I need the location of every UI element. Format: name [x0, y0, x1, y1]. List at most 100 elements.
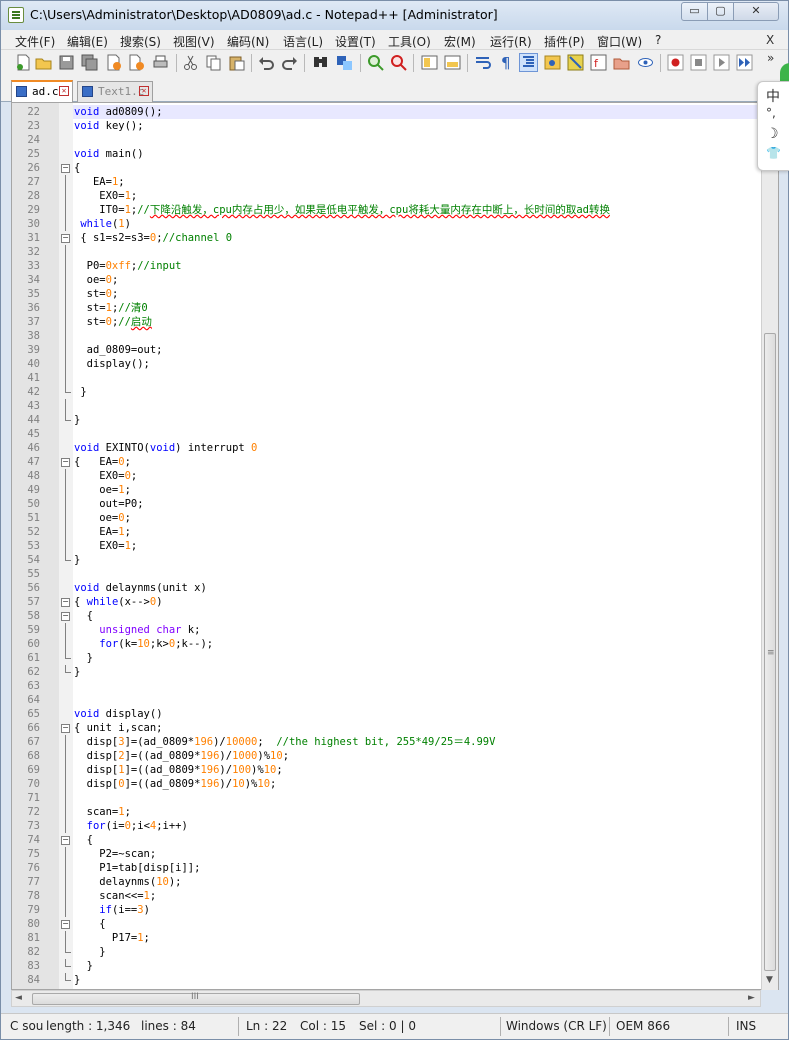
undo-icon[interactable] — [258, 54, 275, 71]
code-line[interactable]: 79 if(i==3) — [12, 903, 762, 917]
code-line[interactable]: 52 EA=1; — [12, 525, 762, 539]
code-line[interactable]: 80 − { — [12, 917, 762, 931]
menu-language[interactable]: 语言(L) — [283, 33, 323, 50]
code-line[interactable]: 53 EX0=1; — [12, 539, 762, 553]
code-line[interactable]: 51 oe=0; — [12, 511, 762, 525]
code-line[interactable]: 36 st=1;//清0 — [12, 301, 762, 315]
menu-macro[interactable]: 宏(M) — [444, 33, 476, 50]
fold-toggle-icon[interactable]: − — [61, 612, 70, 621]
indent-guide-icon[interactable] — [519, 53, 538, 72]
code-line[interactable]: 24 — [12, 133, 762, 147]
code-line[interactable]: 43 — [12, 399, 762, 413]
close-document-button[interactable]: X — [766, 33, 774, 47]
scroll-down-icon[interactable]: ▼ — [766, 975, 773, 985]
code-line[interactable]: 25 void main() — [12, 147, 762, 161]
folder-workspace-icon[interactable] — [613, 54, 630, 71]
find-icon[interactable] — [312, 54, 329, 71]
code-line[interactable]: 59 unsigned char k; — [12, 623, 762, 637]
code-line[interactable]: 22 void ad0809(); — [12, 105, 762, 119]
code-line[interactable]: 47 −{ EA=0; — [12, 455, 762, 469]
code-line[interactable]: 42 } — [12, 385, 762, 399]
minimize-button[interactable]: ▭ — [681, 2, 708, 21]
code-line[interactable]: 49 oe=1; — [12, 483, 762, 497]
menu-plugins[interactable]: 插件(P) — [544, 33, 585, 50]
code-line[interactable]: 78 scan<<=1; — [12, 889, 762, 903]
user-lang-icon[interactable] — [544, 54, 561, 71]
fold-toggle-icon[interactable]: − — [61, 164, 70, 173]
ime-punctuation-icon[interactable]: °, — [766, 106, 776, 120]
code-line[interactable]: 67 disp[3]=(ad_0809*196)/10000; //the hi… — [12, 735, 762, 749]
fold-toggle-icon[interactable]: − — [61, 598, 70, 607]
function-list-icon[interactable]: f — [590, 54, 607, 71]
word-wrap-icon[interactable] — [474, 54, 491, 71]
code-line[interactable]: 55 — [12, 567, 762, 581]
record-macro-icon[interactable] — [667, 54, 684, 71]
status-encoding[interactable]: OEM 866 — [616, 1019, 670, 1033]
code-line[interactable]: 71 — [12, 791, 762, 805]
maximize-button[interactable]: ▢ — [707, 2, 734, 21]
toolbar-overflow-button[interactable]: » — [767, 51, 774, 65]
zoom-out-icon[interactable] — [390, 54, 407, 71]
ime-toolbar[interactable]: 中 °, ☽ 👕 — [757, 81, 789, 171]
zoom-in-icon[interactable] — [367, 54, 384, 71]
code-line[interactable]: 63 — [12, 679, 762, 693]
code-line[interactable]: 81 P17=1; — [12, 931, 762, 945]
code-line[interactable]: 28 EX0=1; — [12, 189, 762, 203]
stop-macro-icon[interactable] — [690, 54, 707, 71]
code-line[interactable]: 72 scan=1; — [12, 805, 762, 819]
code-line[interactable]: 62} — [12, 665, 762, 679]
code-line[interactable]: 54} — [12, 553, 762, 567]
code-line[interactable]: 60 for(k=10;k>0;k--); — [12, 637, 762, 651]
scroll-left-icon[interactable]: ◄ — [15, 993, 22, 1003]
menu-help[interactable]: ? — [655, 33, 661, 47]
sync-horizontal-icon[interactable] — [444, 54, 461, 71]
paste-icon[interactable] — [228, 54, 245, 71]
code-line[interactable]: 33 P0=0xff;//input — [12, 259, 762, 273]
open-file-icon[interactable] — [35, 54, 52, 71]
code-line[interactable]: 46 void EXINTO(void) interrupt 0 — [12, 441, 762, 455]
doc-map-icon[interactable] — [567, 54, 584, 71]
scroll-right-icon[interactable]: ► — [748, 993, 755, 1003]
fold-toggle-icon[interactable]: − — [61, 920, 70, 929]
menu-edit[interactable]: 编辑(E) — [67, 33, 108, 50]
horizontal-scroll-thumb[interactable]: III — [32, 992, 360, 1005]
vertical-scrollbar[interactable]: ▲ ≡ ▼ — [761, 102, 778, 990]
code-line[interactable]: 38 — [12, 329, 762, 343]
code-line[interactable]: 84} — [12, 973, 762, 987]
run-macro-multiple-icon[interactable] — [736, 54, 753, 71]
menu-settings[interactable]: 设置(T) — [335, 33, 376, 50]
code-line[interactable]: 61 } — [12, 651, 762, 665]
sync-vertical-icon[interactable] — [421, 54, 438, 71]
code-line[interactable]: 29 IT0=1;//下降沿触发，cpu内存占用少，如果是低电平触发，cpu将耗… — [12, 203, 762, 217]
fold-toggle-icon[interactable]: − — [61, 724, 70, 733]
code-line[interactable]: 56 void delaynms(unit x) — [12, 581, 762, 595]
code-line[interactable]: 41 — [12, 371, 762, 385]
code-line[interactable]: 83 } — [12, 959, 762, 973]
code-line[interactable]: 34 oe=0; — [12, 273, 762, 287]
close-tab-icon[interactable]: ✕ — [139, 86, 149, 96]
ime-chinese-mode-icon[interactable]: 中 — [766, 86, 780, 106]
code-line[interactable]: 65 void display() — [12, 707, 762, 721]
status-eol[interactable]: Windows (CR LF) — [506, 1019, 607, 1033]
menu-file[interactable]: 文件(F) — [15, 33, 55, 50]
vertical-scroll-thumb[interactable]: ≡ — [764, 333, 776, 971]
code-line[interactable]: 74 − { — [12, 833, 762, 847]
code-line[interactable]: 23 void key(); — [12, 119, 762, 133]
horizontal-scrollbar[interactable]: ◄ III ► — [11, 990, 761, 1007]
code-line[interactable]: 35 st=0; — [12, 287, 762, 301]
code-line[interactable]: 57 −{ while(x-->0) — [12, 595, 762, 609]
code-line[interactable]: 37 st=0;//启动 — [12, 315, 762, 329]
code-line[interactable]: 76 P1=tab[disp[i]]; — [12, 861, 762, 875]
code-line[interactable]: 45 — [12, 427, 762, 441]
replace-icon[interactable] — [336, 54, 353, 71]
code-line[interactable]: 73 for(i=0;i<4;i++) — [12, 819, 762, 833]
code-line[interactable]: 30 while(1) — [12, 217, 762, 231]
code-line[interactable]: 69 disp[1]=((ad_0809*196)/100)%10; — [12, 763, 762, 777]
status-insert-mode[interactable]: INS — [736, 1019, 756, 1033]
code-line[interactable]: 27 EA=1; — [12, 175, 762, 189]
code-editor[interactable]: 22 void ad0809(); 23 void key(); 24 25 void ma… — [11, 102, 779, 990]
code-line[interactable]: 39 ad_0809=out; — [12, 343, 762, 357]
fold-toggle-icon[interactable]: − — [61, 234, 70, 243]
notepad-app-icon[interactable] — [8, 7, 24, 23]
code-line[interactable]: 70 disp[0]=((ad_0809*196)/10)%10; — [12, 777, 762, 791]
